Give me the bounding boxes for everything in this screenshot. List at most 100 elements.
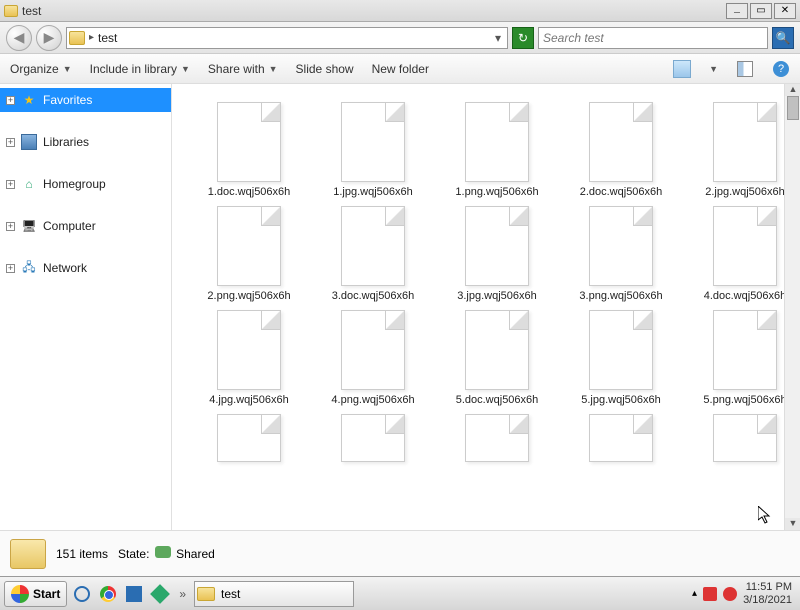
file-icon	[217, 414, 281, 462]
file-item[interactable]: 4.doc.wqj506x6h	[686, 206, 800, 302]
details-pane: 151 items State: Shared	[0, 530, 800, 576]
folder-icon	[69, 31, 85, 45]
sidebar-item-favorites[interactable]: + ★ Favorites	[0, 88, 171, 112]
sidebar-item-label: Favorites	[43, 93, 92, 107]
include-in-library-menu[interactable]: Include in library▼	[90, 62, 190, 76]
sidebar-item-label: Homegroup	[43, 177, 106, 191]
titlebar: test _ ▭ ✕	[0, 0, 800, 22]
file-item[interactable]	[438, 414, 556, 462]
breadcrumb[interactable]: test	[94, 31, 121, 45]
sidebar-item-homegroup[interactable]: +⌂Homegroup	[0, 172, 171, 196]
navbar: ◀ ▶ ▸ test ▾ ↻ Search test 🔍	[0, 22, 800, 54]
file-item[interactable]: 1.jpg.wqj506x6h	[314, 102, 432, 198]
file-label: 1.png.wqj506x6h	[455, 186, 538, 198]
file-item[interactable]	[314, 414, 432, 462]
address-bar[interactable]: ▸ test ▾	[66, 27, 508, 49]
file-label: 2.jpg.wqj506x6h	[705, 186, 785, 198]
net-icon: 🖧	[21, 260, 37, 276]
chevron-down-icon[interactable]: ▼	[709, 64, 718, 74]
file-item[interactable]: 4.jpg.wqj506x6h	[190, 310, 308, 406]
maximize-button[interactable]: ▭	[750, 3, 772, 19]
toolbar: Organize▼ Include in library▼ Share with…	[0, 54, 800, 84]
scroll-thumb[interactable]	[787, 96, 799, 120]
sidebar-item-computer[interactable]: + 🖥 Computer	[0, 214, 171, 238]
file-item[interactable]: 3.jpg.wqj506x6h	[438, 206, 556, 302]
close-button[interactable]: ✕	[774, 3, 796, 19]
clock[interactable]: 11:51 PM 3/18/2021	[743, 581, 792, 605]
expander-icon[interactable]: +	[6, 96, 15, 105]
address-dropdown-icon[interactable]: ▾	[491, 31, 505, 45]
lib-icon	[21, 134, 37, 150]
expander-icon[interactable]: +	[6, 222, 15, 231]
tray-icon[interactable]	[703, 587, 717, 601]
state-label: State:	[118, 547, 149, 561]
file-item[interactable]: 1.doc.wqj506x6h	[190, 102, 308, 198]
sidebar-item-label: Network	[43, 261, 87, 275]
refresh-button[interactable]: ↻	[512, 27, 534, 49]
ie-icon[interactable]	[71, 583, 93, 605]
file-item[interactable]	[190, 414, 308, 462]
forward-button[interactable]: ▶	[36, 25, 62, 51]
file-item[interactable]: 3.doc.wqj506x6h	[314, 206, 432, 302]
search-input[interactable]: Search test	[538, 27, 768, 49]
taskbar-item-test[interactable]: test	[194, 581, 354, 607]
file-icon	[465, 310, 529, 390]
file-icon	[217, 310, 281, 390]
app-icon[interactable]	[123, 583, 145, 605]
file-item[interactable]: 5.jpg.wqj506x6h	[562, 310, 680, 406]
file-label: 3.jpg.wqj506x6h	[457, 290, 537, 302]
expander-icon[interactable]: +	[6, 264, 15, 273]
chrome-icon[interactable]	[97, 583, 119, 605]
search-button[interactable]: 🔍	[772, 27, 794, 49]
overflow-icon[interactable]: »	[175, 587, 190, 601]
view-button[interactable]	[673, 60, 691, 78]
expander-icon[interactable]: +	[6, 180, 15, 189]
slide-show-button[interactable]: Slide show	[296, 62, 354, 76]
file-item[interactable]	[562, 414, 680, 462]
help-button[interactable]: ?	[772, 60, 790, 78]
file-label: 3.doc.wqj506x6h	[332, 290, 415, 302]
file-icon	[217, 102, 281, 182]
file-item[interactable]: 2.jpg.wqj506x6h	[686, 102, 800, 198]
comp-icon: 🖥	[21, 218, 37, 234]
sidebar-item-network[interactable]: + 🖧 Network	[0, 256, 171, 280]
file-item[interactable]: 2.png.wqj506x6h	[190, 206, 308, 302]
chevron-down-icon: ▼	[269, 64, 278, 74]
main-area: +★Favorites+Libraries+⌂Homegroup+🖥Comput…	[0, 84, 800, 530]
nav-pane: +★Favorites+Libraries+⌂Homegroup+🖥Comput…	[0, 84, 172, 530]
scroll-down-icon[interactable]: ▼	[785, 518, 800, 530]
search-placeholder: Search test	[543, 31, 604, 45]
share-with-menu[interactable]: Share with▼	[208, 62, 278, 76]
file-icon	[713, 310, 777, 390]
minimize-button[interactable]: _	[726, 3, 748, 19]
expander-icon[interactable]: +	[6, 138, 15, 147]
new-folder-button[interactable]: New folder	[372, 62, 429, 76]
file-list[interactable]: 1.doc.wqj506x6h1.jpg.wqj506x6h 1.png.wqj5…	[172, 84, 800, 530]
file-item[interactable]: 1.png.wqj506x6h	[438, 102, 556, 198]
file-item[interactable]: 5.png.wqj506x6h	[686, 310, 800, 406]
file-icon	[713, 206, 777, 286]
preview-pane-button[interactable]	[736, 60, 754, 78]
scrollbar[interactable]: ▲ ▼	[784, 84, 800, 530]
file-item[interactable]: 3.png.wqj506x6h	[562, 206, 680, 302]
file-label: 2.png.wqj506x6h	[207, 290, 290, 302]
file-icon	[341, 206, 405, 286]
organize-menu[interactable]: Organize▼	[10, 62, 72, 76]
back-button[interactable]: ◀	[6, 25, 32, 51]
file-icon	[465, 102, 529, 182]
tray-expand-icon[interactable]: ▴	[692, 588, 697, 599]
file-icon	[217, 206, 281, 286]
sidebar-item-label: Computer	[43, 219, 96, 233]
file-icon	[589, 310, 653, 390]
start-button[interactable]: Start	[4, 581, 67, 607]
app-icon[interactable]	[149, 583, 171, 605]
file-item[interactable]	[686, 414, 800, 462]
file-item[interactable]: 2.doc.wqj506x6h	[562, 102, 680, 198]
sidebar-item-libraries[interactable]: +Libraries	[0, 130, 171, 154]
tray-icon[interactable]	[723, 587, 737, 601]
item-count: 151 items	[56, 547, 108, 561]
file-item[interactable]: 5.doc.wqj506x6h	[438, 310, 556, 406]
star-icon: ★	[21, 92, 37, 108]
scroll-up-icon[interactable]: ▲	[785, 84, 800, 96]
file-item[interactable]: 4.png.wqj506x6h	[314, 310, 432, 406]
